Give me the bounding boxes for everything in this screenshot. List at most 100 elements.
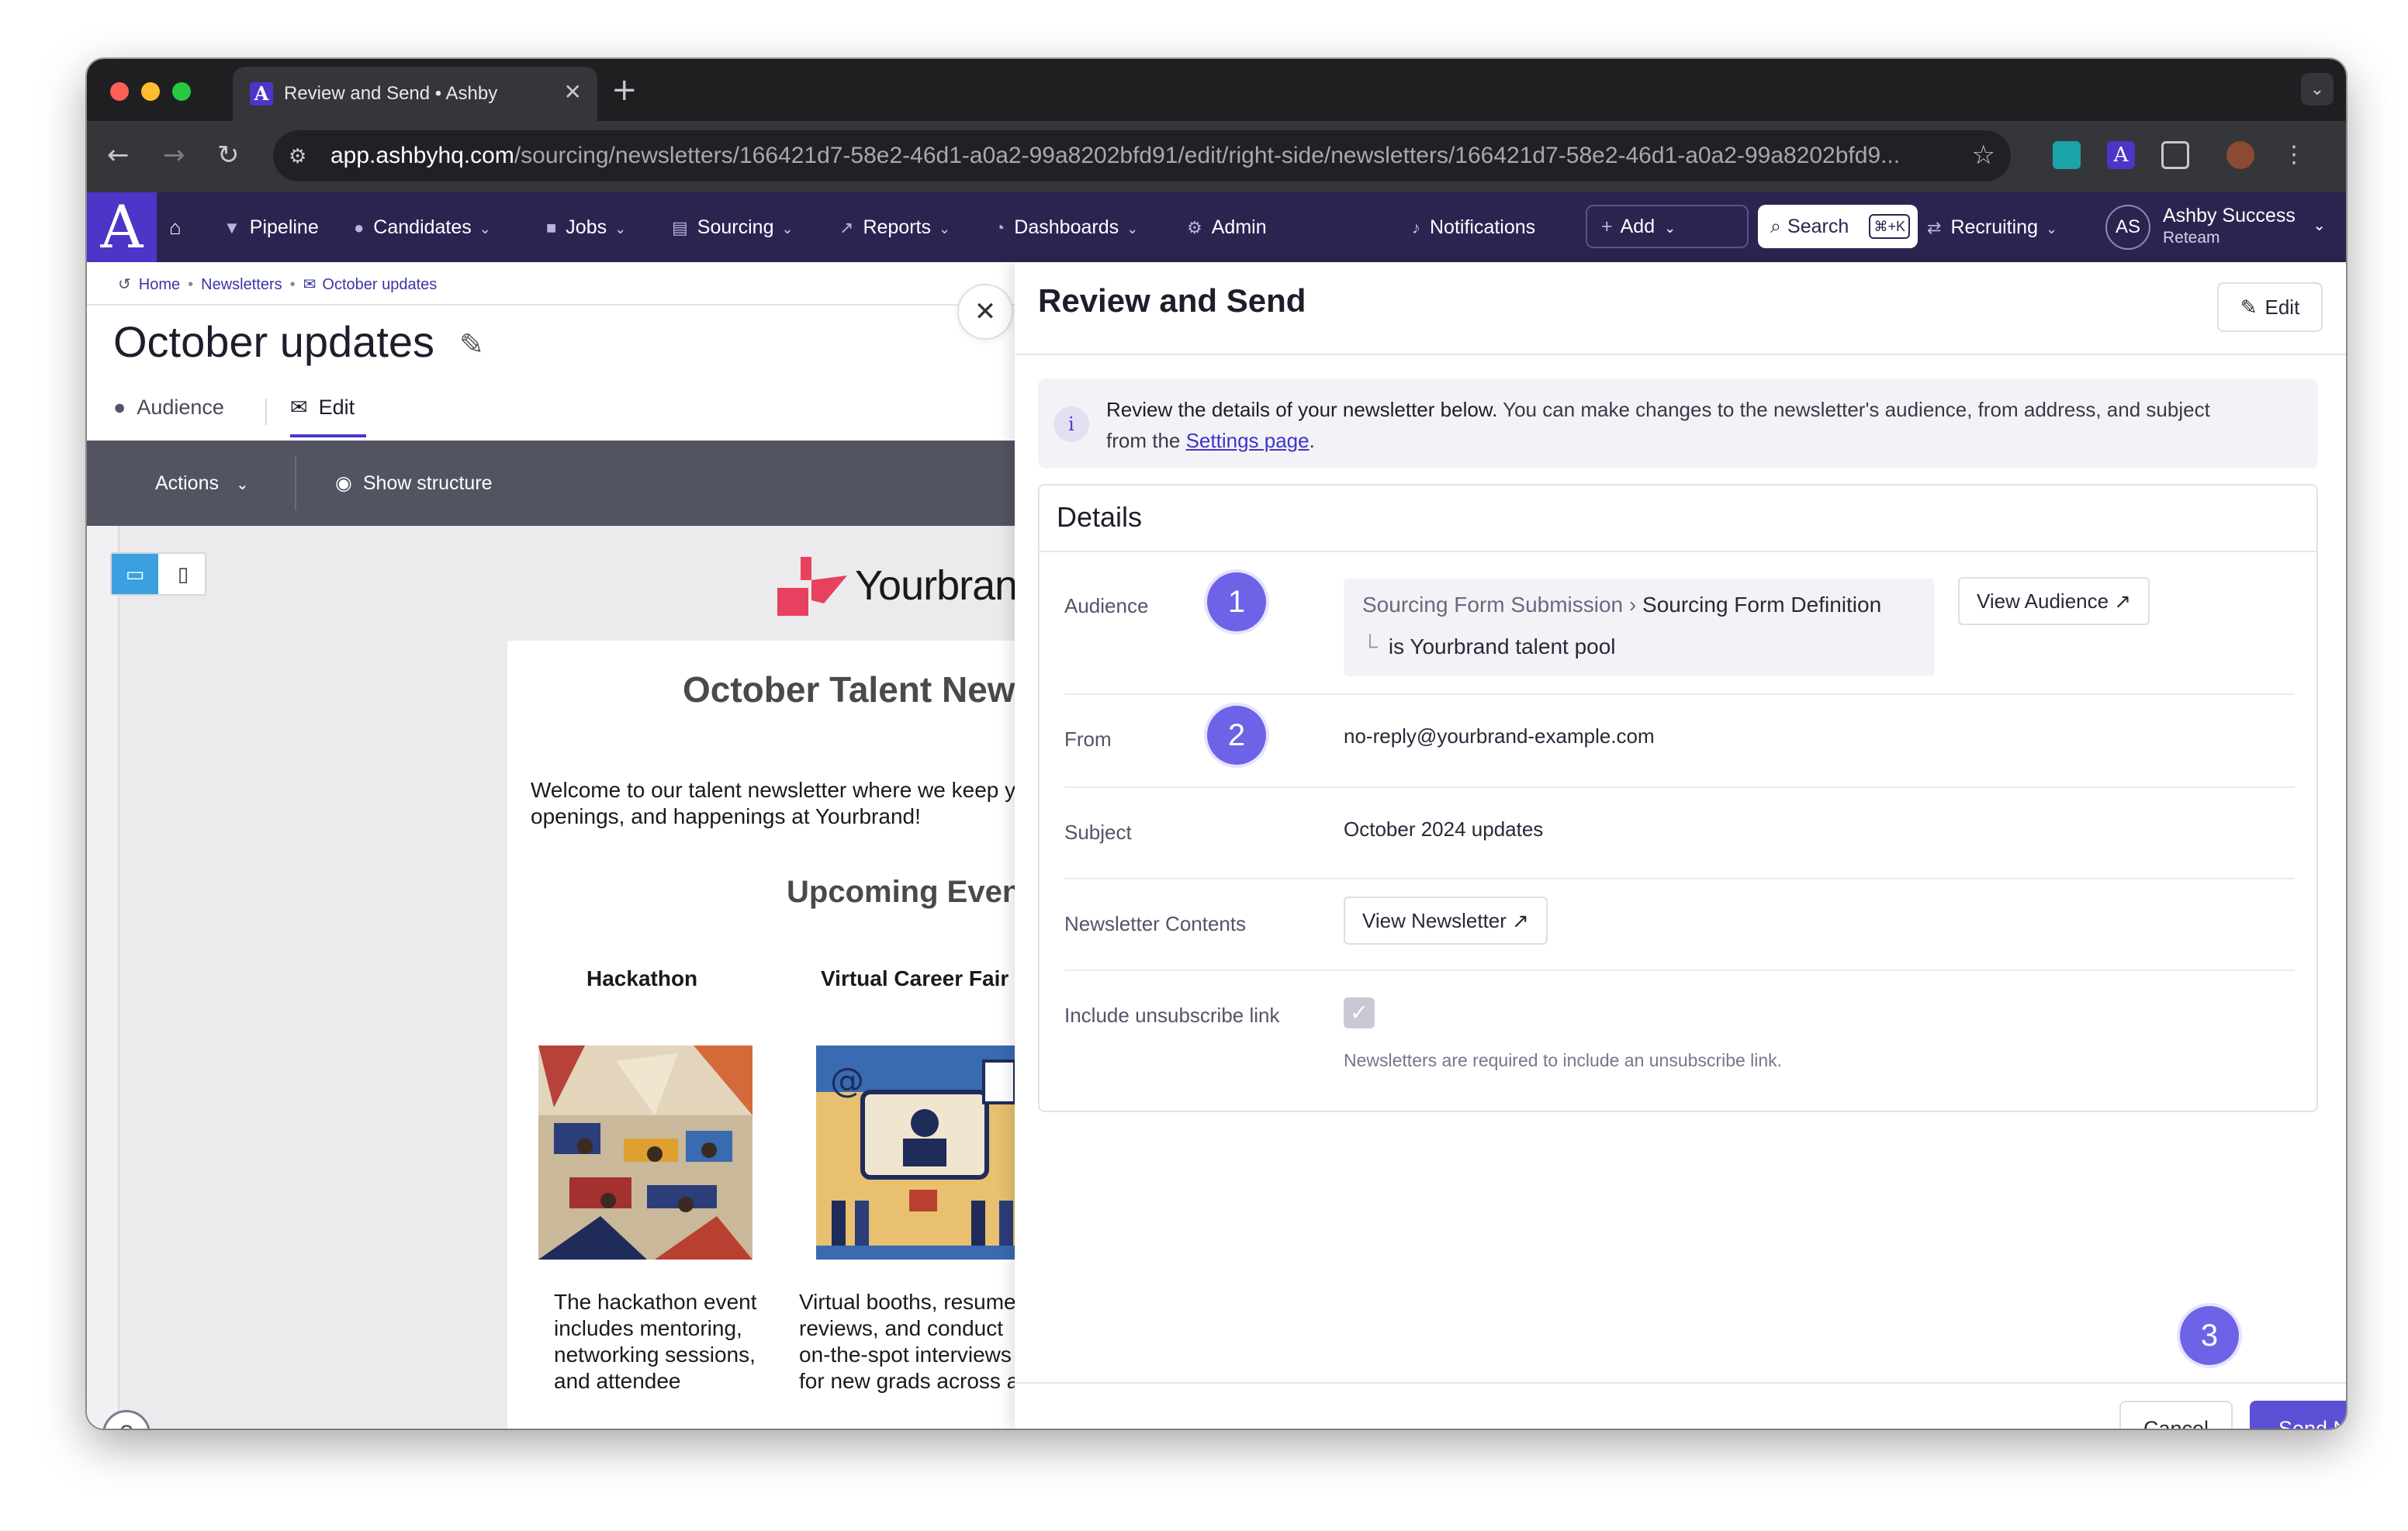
- audience-source: Sourcing Form Submission: [1362, 593, 1624, 617]
- audience-condition: is Yourbrand talent pool: [1388, 634, 1616, 658]
- chevron-down-icon: ⌄: [614, 221, 627, 237]
- footer-divider: [1015, 1382, 2346, 1384]
- details-heading: Details: [1057, 501, 1143, 533]
- pencil-icon[interactable]: ✎: [459, 327, 484, 362]
- hackathon-image: [538, 1045, 752, 1260]
- add-button[interactable]: + Add ⌄: [1586, 205, 1749, 248]
- site-settings-icon[interactable]: ⚙: [289, 144, 306, 168]
- user-menu-chevron-icon[interactable]: ⌄: [2313, 216, 2326, 235]
- tab-search-chevron-icon[interactable]: ⌄: [2301, 73, 2334, 105]
- tab-close-icon[interactable]: ✕: [564, 81, 582, 104]
- event-line: networking sessions,: [554, 1343, 756, 1367]
- breadcrumb-home[interactable]: Home: [139, 276, 180, 293]
- close-drawer-icon[interactable]: ✕: [957, 284, 1013, 340]
- welcome-line: Welcome to our talent newsletter where w…: [531, 778, 1015, 802]
- extension-icon[interactable]: [2053, 141, 2081, 169]
- actions-dropdown[interactable]: Actions ⌄: [155, 468, 249, 499]
- mobile-view-icon[interactable]: ▯: [160, 554, 206, 594]
- tab-audience[interactable]: ● Audience: [113, 396, 224, 420]
- row-divider: [1064, 878, 2295, 880]
- nav-label: Dashboards: [1014, 216, 1119, 238]
- nav-notifications[interactable]: ♪ Notifications: [1412, 192, 1535, 262]
- reload-icon[interactable]: ↻: [217, 138, 240, 172]
- swap-icon: ⇄: [1927, 218, 1942, 237]
- unsubscribe-hint: Newsletters are required to include an u…: [1344, 1050, 1783, 1070]
- cancel-button[interactable]: Cancel: [2119, 1401, 2233, 1429]
- email-canvas: Yourbrand October Talent New Welcome to …: [87, 526, 1015, 1429]
- brand-name: Yourbrand: [855, 562, 1015, 609]
- address-bar-row: ← → ↻ ⚙ app.ashbyhq.com/sourcing/newslet…: [87, 121, 2346, 192]
- info-rest: You can make changes to the newsletter's…: [1497, 398, 2210, 421]
- ashby-logo[interactable]: A: [87, 192, 157, 262]
- tab-edit[interactable]: ✉ Edit: [290, 396, 355, 420]
- search-button[interactable]: ⌕ Search ⌘+K: [1758, 205, 1918, 248]
- info-callout: i Review the details of your newsletter …: [1038, 378, 2318, 468]
- tab-label: Audience: [137, 396, 224, 419]
- user-name[interactable]: Ashby Success: [2163, 203, 2296, 228]
- app-navbar: A ⌂ ▼ Pipeline ● Candidates ⌄ ■ Jobs ⌄ ▤ Sourc…: [87, 192, 2346, 262]
- active-tab-indicator: [290, 434, 366, 437]
- minimize-window-button[interactable]: [141, 82, 160, 101]
- maximize-window-button[interactable]: [172, 82, 191, 101]
- view-audience-button[interactable]: View Audience ↗: [1958, 577, 2150, 625]
- bookmark-star-icon[interactable]: ☆: [1972, 140, 1995, 171]
- browser-menu-icon[interactable]: ⋮: [2282, 138, 2306, 172]
- back-arrow-icon[interactable]: ←: [107, 138, 130, 172]
- forward-arrow-icon[interactable]: →: [163, 138, 185, 172]
- nav-dashboards[interactable]: ◔ Dashboards ⌄: [995, 192, 1138, 262]
- step-badge-1: 1: [1207, 572, 1266, 631]
- desktop-view-icon[interactable]: ▭: [112, 554, 158, 594]
- mail-icon: ✉: [303, 276, 317, 293]
- close-window-button[interactable]: [110, 82, 129, 101]
- show-structure-label: Show structure: [362, 472, 493, 494]
- nav-reports[interactable]: ↗ Reports ⌄: [839, 192, 950, 262]
- edit-button[interactable]: ✎ Edit: [2217, 282, 2323, 332]
- breadcrumb-newsletters[interactable]: Newsletters: [201, 276, 282, 293]
- nav-candidates[interactable]: ● Candidates ⌄: [354, 192, 491, 262]
- nav-jobs[interactable]: ■ Jobs ⌄: [546, 192, 626, 262]
- keyboard-shortcut-badge: ⌘+K: [1869, 214, 1910, 239]
- history-icon: ↺: [118, 276, 131, 293]
- plus-icon: +: [1601, 216, 1613, 237]
- tab-title: Review and Send • Ashby: [284, 83, 498, 104]
- unsubscribe-checkbox[interactable]: ✓: [1344, 997, 1375, 1028]
- chevron-down-icon: ⌄: [781, 221, 794, 237]
- view-newsletter-button[interactable]: View Newsletter ↗: [1344, 897, 1548, 945]
- review-and-send-drawer: Review and Send ✎ Edit i Review the detai…: [1015, 262, 2346, 1429]
- chevron-down-icon: ⌄: [1664, 220, 1676, 236]
- info-icon: i: [1054, 406, 1089, 442]
- newsletter-title: October Talent New: [683, 669, 1015, 710]
- mail-icon: ✉: [290, 396, 308, 419]
- breadcrumb-current[interactable]: October updates: [322, 276, 437, 293]
- ashby-extension-icon[interactable]: A: [2107, 141, 2135, 169]
- settings-page-link[interactable]: Settings page: [1186, 429, 1310, 452]
- chevron-right-icon: ›: [1628, 593, 1637, 617]
- nav-pipeline[interactable]: ▼ Pipeline: [223, 192, 319, 262]
- nav-label: Admin: [1211, 216, 1267, 238]
- nav-sourcing[interactable]: ▤ Sourcing ⌄: [672, 192, 794, 262]
- url-bar[interactable]: ⚙ app.ashbyhq.com/sourcing/newsletters/1…: [273, 130, 2011, 181]
- nav-admin[interactable]: ⚙ Admin: [1187, 192, 1267, 262]
- brand-mark-icon: [777, 557, 847, 616]
- ashby-favicon-icon: A: [250, 82, 273, 105]
- actions-label: Actions: [155, 472, 219, 494]
- info-text: Review the details of your newsletter be…: [1106, 394, 2301, 456]
- details-card: Details Audience 1 Sourcing Form Submiss…: [1038, 484, 2318, 1112]
- show-structure-toggle[interactable]: ◉ Show structure: [335, 468, 493, 498]
- profile-avatar[interactable]: [2226, 141, 2254, 169]
- extensions-puzzle-icon[interactable]: [2161, 141, 2189, 169]
- audience-condition-line: └ is Yourbrand talent pool: [1362, 634, 1616, 659]
- divider: [1015, 354, 2346, 355]
- new-tab-icon[interactable]: +: [611, 73, 638, 107]
- event-line: on-the-spot interviews: [799, 1343, 1012, 1367]
- browser-tab[interactable]: A Review and Send • Ashby ✕: [233, 67, 597, 121]
- user-avatar[interactable]: AS: [2105, 205, 2150, 250]
- gear-icon: ⚙: [1187, 218, 1202, 237]
- home-icon[interactable]: ⌂: [169, 192, 191, 262]
- svg-text:@: @: [830, 1061, 864, 1101]
- nav-recruiting-switcher[interactable]: ⇄ Recruiting ⌄: [1927, 192, 2057, 262]
- filter-icon: ▼: [223, 218, 240, 237]
- bell-icon: ♪: [1412, 218, 1420, 237]
- send-newsletter-button[interactable]: Send Newsletter: [2250, 1401, 2346, 1429]
- nav-label: Jobs: [566, 216, 607, 238]
